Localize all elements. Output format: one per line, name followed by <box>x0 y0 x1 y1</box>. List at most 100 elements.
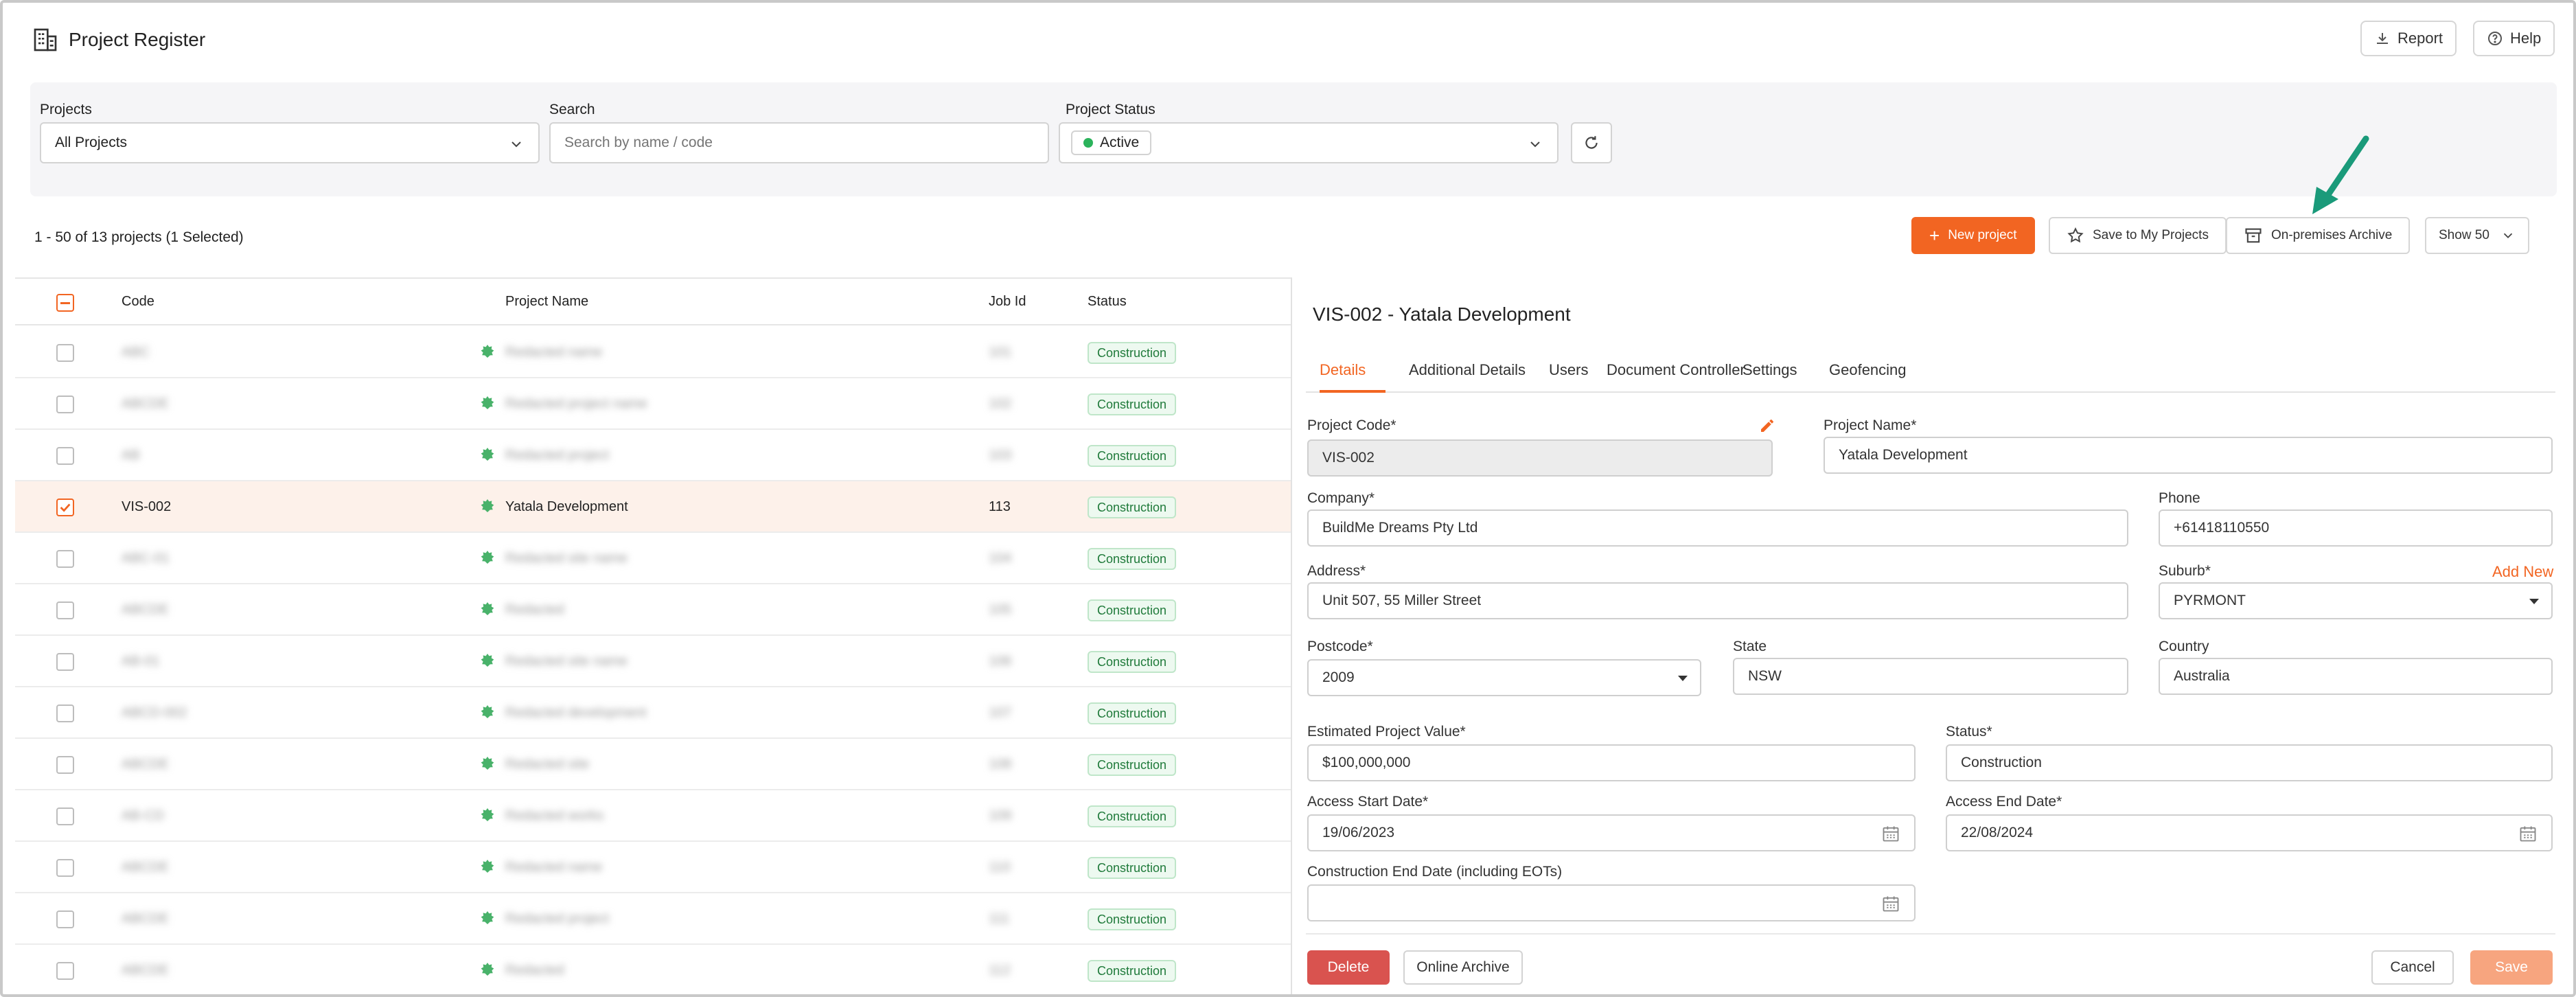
row-job-id: 106 <box>989 654 1012 669</box>
suburb-select[interactable]: PYRMONT <box>2159 582 2553 619</box>
project-detail-panel: VIS-002 - Yatala Development Details Add… <box>1292 277 2573 994</box>
postcode-select[interactable]: 2009 <box>1307 659 1701 696</box>
state-field[interactable]: NSW <box>1733 658 2128 695</box>
page-size-select[interactable]: Show 50 <box>2425 217 2529 254</box>
suburb-value: PYRMONT <box>2174 593 2246 608</box>
table-row[interactable]: ABCDE Redacted project 111 Construction <box>15 893 1292 945</box>
table-row[interactable]: ABCDE Redacted 105 Construction <box>15 584 1292 636</box>
tab-geofencing[interactable]: Geofencing <box>1829 361 1907 379</box>
cancel-button[interactable]: Cancel <box>2371 950 2454 985</box>
row-project-name[interactable]: Redacted site name <box>505 551 628 566</box>
table-row[interactable]: ABCD-002 Redacted development 107 Construct… <box>15 687 1292 739</box>
estimated-value-value: $100,000,000 <box>1322 755 1411 770</box>
row-checkbox[interactable] <box>56 807 74 825</box>
calendar-icon[interactable] <box>1881 824 1900 843</box>
country-field[interactable]: Australia <box>2159 658 2553 695</box>
calendar-icon[interactable] <box>2518 824 2538 843</box>
row-project-name[interactable]: Redacted name <box>505 860 602 875</box>
table-row[interactable]: ABCDE Redacted 112 Construction <box>15 945 1292 994</box>
row-project-name[interactable]: Redacted site name <box>505 654 628 669</box>
row-project-name[interactable]: Redacted works <box>505 808 603 824</box>
row-checkbox[interactable] <box>56 601 74 619</box>
pencil-icon[interactable] <box>1759 417 1775 434</box>
row-project-name[interactable]: Redacted development <box>505 705 647 721</box>
report-button[interactable]: Report <box>2360 21 2457 56</box>
row-project-name[interactable]: Redacted project <box>505 448 609 463</box>
tab-users[interactable]: Users <box>1549 361 1588 379</box>
on-premises-archive-button[interactable]: On-premises Archive <box>2226 217 2411 254</box>
status-badge: Construction <box>1088 342 1177 364</box>
row-checkbox[interactable] <box>56 447 74 465</box>
access-start-date-field[interactable]: 19/06/2023 <box>1307 814 1916 851</box>
project-status-icon <box>481 808 494 821</box>
phone-field[interactable]: +61418110550 <box>2159 509 2553 547</box>
table-row[interactable]: ABC-01 Redacted site name 104 Construction <box>15 533 1292 584</box>
row-checkbox[interactable] <box>56 859 74 877</box>
access-end-date-field[interactable]: 22/08/2024 <box>1946 814 2553 851</box>
search-label: Search <box>549 102 595 117</box>
tab-settings[interactable]: Settings <box>1743 361 1797 379</box>
tab-document-controller[interactable]: Document Controller <box>1607 361 1745 379</box>
help-button[interactable]: Help <box>2473 21 2555 56</box>
row-project-name[interactable]: Redacted <box>505 963 564 978</box>
row-project-name[interactable]: Redacted <box>505 602 564 618</box>
row-checkbox[interactable] <box>56 910 74 928</box>
table-row[interactable]: VIS-002 Yatala Development 113 Construction <box>15 481 1292 533</box>
project-status-icon <box>481 705 494 718</box>
new-project-label: New project <box>1948 228 2017 242</box>
tab-details[interactable]: Details <box>1320 361 1366 379</box>
chevron-down-icon <box>1530 141 1540 148</box>
delete-button[interactable]: Delete <box>1307 950 1390 985</box>
column-header-job-id[interactable]: Job Id <box>989 294 1026 310</box>
table-row[interactable]: AB Redacted project 103 Construction <box>15 430 1292 481</box>
estimated-value-field[interactable]: $100,000,000 <box>1307 744 1916 781</box>
table-row[interactable]: ABC Redacted name 101 Construction <box>15 327 1292 378</box>
table-row[interactable]: ABCDE Redacted site 108 Construction <box>15 739 1292 790</box>
row-checkbox[interactable] <box>56 396 74 413</box>
row-project-name[interactable]: Redacted project name <box>505 396 647 412</box>
status-field[interactable]: Construction <box>1946 744 2553 781</box>
row-checkbox[interactable] <box>56 653 74 671</box>
table-row[interactable]: AB-01 Redacted site name 106 Construction <box>15 636 1292 687</box>
row-checkbox[interactable] <box>56 704 74 722</box>
projects-select[interactable]: All Projects <box>40 122 540 163</box>
row-job-id: 108 <box>989 757 1012 772</box>
project-status-icon <box>481 654 494 667</box>
row-project-name[interactable]: Redacted name <box>505 345 602 360</box>
column-header-project-name[interactable]: Project Name <box>505 294 588 310</box>
state-label: State <box>1733 639 1767 654</box>
select-all-checkbox[interactable] <box>56 294 74 312</box>
row-checkbox[interactable] <box>56 550 74 568</box>
row-job-id: 105 <box>989 602 1012 617</box>
calendar-icon[interactable] <box>1881 894 1900 913</box>
save-to-my-projects-button[interactable]: Save to My Projects <box>2049 217 2227 254</box>
column-header-code[interactable]: Code <box>122 294 154 310</box>
company-field[interactable]: BuildMe Dreams Pty Ltd <box>1307 509 2128 547</box>
status-chip-active[interactable]: Active <box>1071 130 1152 155</box>
row-project-name[interactable]: Redacted project <box>505 911 609 927</box>
row-checkbox[interactable] <box>56 498 74 516</box>
tab-additional-details[interactable]: Additional Details <box>1409 361 1526 379</box>
help-label: Help <box>2510 30 2542 47</box>
row-project-name[interactable]: Redacted site <box>505 757 589 772</box>
row-checkbox[interactable] <box>56 344 74 362</box>
row-checkbox[interactable] <box>56 962 74 980</box>
table-row[interactable]: AB-CD Redacted works 109 Construction <box>15 790 1292 842</box>
project-name-field[interactable]: Yatala Development <box>1824 437 2553 474</box>
address-field[interactable]: Unit 507, 55 Miller Street <box>1307 582 2128 619</box>
table-row[interactable]: ABCDE Redacted name 110 Construction <box>15 842 1292 893</box>
row-checkbox[interactable] <box>56 756 74 774</box>
row-code: ABC-01 <box>122 551 170 566</box>
construction-end-date-field[interactable] <box>1307 884 1916 921</box>
table-row[interactable]: ABCDE Redacted project name 102 Constructio… <box>15 378 1292 430</box>
chevron-down-icon <box>511 141 521 148</box>
add-new-suburb-link[interactable]: Add New <box>2492 563 2553 581</box>
column-header-status[interactable]: Status <box>1088 294 1127 310</box>
row-project-name[interactable]: Yatala Development <box>505 499 628 515</box>
new-project-button[interactable]: + New project <box>1911 217 2035 254</box>
project-status-select[interactable]: Active <box>1059 122 1559 163</box>
search-input[interactable] <box>549 122 1049 163</box>
save-button[interactable]: Save <box>2470 950 2553 985</box>
online-archive-button[interactable]: Online Archive <box>1403 950 1523 985</box>
reset-filters-button[interactable] <box>1571 122 1612 163</box>
